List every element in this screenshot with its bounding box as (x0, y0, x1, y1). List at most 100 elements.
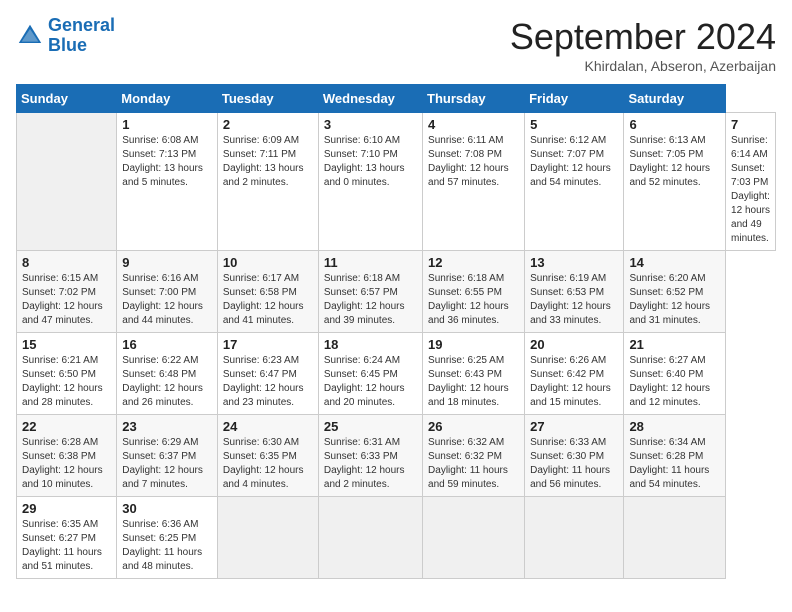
calendar-cell: 10 Sunrise: 6:17 AMSunset: 6:58 PMDayligh… (217, 251, 318, 333)
calendar-cell: 23 Sunrise: 6:29 AMSunset: 6:37 PMDayligh… (117, 415, 218, 497)
day-number: 17 (223, 337, 313, 352)
day-info: Sunrise: 6:21 AMSunset: 6:50 PMDaylight:… (22, 354, 111, 410)
day-info: Sunrise: 6:27 AMSunset: 6:40 PMDaylight:… (629, 354, 720, 410)
day-number: 11 (324, 255, 417, 270)
day-number: 18 (324, 337, 417, 352)
day-number: 26 (428, 419, 519, 434)
calendar-cell: 22 Sunrise: 6:28 AMSunset: 6:38 PMDayligh… (17, 415, 117, 497)
day-info: Sunrise: 6:12 AMSunset: 7:07 PMDaylight:… (530, 134, 618, 190)
day-number: 8 (22, 255, 111, 270)
calendar-cell: 5 Sunrise: 6:12 AMSunset: 7:07 PMDaylight… (525, 113, 624, 251)
day-number: 29 (22, 501, 111, 516)
day-info: Sunrise: 6:22 AMSunset: 6:48 PMDaylight:… (122, 354, 212, 410)
day-number: 5 (530, 117, 618, 132)
calendar-cell: 11 Sunrise: 6:18 AMSunset: 6:57 PMDayligh… (318, 251, 422, 333)
page-header: General Blue September 2024 Khirdalan, A… (16, 16, 776, 74)
logo-icon (16, 22, 44, 50)
calendar-cell: 15 Sunrise: 6:21 AMSunset: 6:50 PMDayligh… (17, 333, 117, 415)
calendar-cell: 6 Sunrise: 6:13 AMSunset: 7:05 PMDaylight… (624, 113, 726, 251)
title-block: September 2024 Khirdalan, Abseron, Azerb… (510, 16, 776, 74)
day-info: Sunrise: 6:15 AMSunset: 7:02 PMDaylight:… (22, 272, 111, 328)
calendar-cell (217, 497, 318, 579)
calendar-cell: 28 Sunrise: 6:34 AMSunset: 6:28 PMDayligh… (624, 415, 726, 497)
day-info: Sunrise: 6:13 AMSunset: 7:05 PMDaylight:… (629, 134, 720, 190)
day-number: 7 (731, 117, 770, 132)
calendar-cell: 29Sunrise: 6:35 AMSunset: 6:27 PMDayligh… (17, 497, 117, 579)
day-info: Sunrise: 6:32 AMSunset: 6:32 PMDaylight:… (428, 436, 519, 492)
calendar-cell: 8 Sunrise: 6:15 AMSunset: 7:02 PMDaylight… (17, 251, 117, 333)
calendar-week-1: 1Sunrise: 6:08 AMSunset: 7:13 PMDaylight… (17, 113, 776, 251)
day-info: Sunrise: 6:09 AMSunset: 7:11 PMDaylight:… (223, 134, 313, 190)
calendar-cell: 2 Sunrise: 6:09 AMSunset: 7:11 PMDaylight… (217, 113, 318, 251)
day-info: Sunrise: 6:31 AMSunset: 6:33 PMDaylight:… (324, 436, 417, 492)
day-number: 12 (428, 255, 519, 270)
day-info: Sunrise: 6:18 AMSunset: 6:57 PMDaylight:… (324, 272, 417, 328)
day-info: Sunrise: 6:16 AMSunset: 7:00 PMDaylight:… (122, 272, 212, 328)
day-number: 14 (629, 255, 720, 270)
day-info: Sunrise: 6:19 AMSunset: 6:53 PMDaylight:… (530, 272, 618, 328)
day-number: 20 (530, 337, 618, 352)
day-info: Sunrise: 6:34 AMSunset: 6:28 PMDaylight:… (629, 436, 720, 492)
day-number: 10 (223, 255, 313, 270)
calendar-cell: 13Sunrise: 6:19 AMSunset: 6:53 PMDayligh… (525, 251, 624, 333)
day-info: Sunrise: 6:18 AMSunset: 6:55 PMDaylight:… (428, 272, 519, 328)
weekday-header-sunday: Sunday (17, 85, 117, 113)
day-number: 2 (223, 117, 313, 132)
day-info: Sunrise: 6:26 AMSunset: 6:42 PMDaylight:… (530, 354, 618, 410)
day-number: 3 (324, 117, 417, 132)
calendar-cell: 14Sunrise: 6:20 AMSunset: 6:52 PMDayligh… (624, 251, 726, 333)
calendar-cell: 21 Sunrise: 6:27 AMSunset: 6:40 PMDayligh… (624, 333, 726, 415)
day-number: 4 (428, 117, 519, 132)
day-number: 28 (629, 419, 720, 434)
calendar-cell: 27Sunrise: 6:33 AMSunset: 6:30 PMDayligh… (525, 415, 624, 497)
calendar-week-5: 29Sunrise: 6:35 AMSunset: 6:27 PMDayligh… (17, 497, 776, 579)
day-number: 22 (22, 419, 111, 434)
logo-line1: General (48, 15, 115, 35)
day-info: Sunrise: 6:28 AMSunset: 6:38 PMDaylight:… (22, 436, 111, 492)
logo-line2: Blue (48, 35, 87, 55)
calendar-cell (318, 497, 422, 579)
day-number: 23 (122, 419, 212, 434)
day-number: 27 (530, 419, 618, 434)
weekday-header-saturday: Saturday (624, 85, 726, 113)
day-info: Sunrise: 6:17 AMSunset: 6:58 PMDaylight:… (223, 272, 313, 328)
weekday-header-thursday: Thursday (423, 85, 525, 113)
weekday-header-monday: Monday (117, 85, 218, 113)
day-info: Sunrise: 6:36 AMSunset: 6:25 PMDaylight:… (122, 518, 212, 574)
calendar-cell: 1Sunrise: 6:08 AMSunset: 7:13 PMDaylight… (117, 113, 218, 251)
day-number: 25 (324, 419, 417, 434)
day-number: 21 (629, 337, 720, 352)
day-info: Sunrise: 6:29 AMSunset: 6:37 PMDaylight:… (122, 436, 212, 492)
calendar-cell (525, 497, 624, 579)
calendar-week-3: 15 Sunrise: 6:21 AMSunset: 6:50 PMDayligh… (17, 333, 776, 415)
calendar-cell: 3 Sunrise: 6:10 AMSunset: 7:10 PMDaylight… (318, 113, 422, 251)
day-number: 19 (428, 337, 519, 352)
day-number: 16 (122, 337, 212, 352)
day-number: 15 (22, 337, 111, 352)
calendar-cell: 12 Sunrise: 6:18 AMSunset: 6:55 PMDayligh… (423, 251, 525, 333)
location: Khirdalan, Abseron, Azerbaijan (510, 58, 776, 74)
day-info: Sunrise: 6:10 AMSunset: 7:10 PMDaylight:… (324, 134, 417, 190)
day-info: Sunrise: 6:14 AMSunset: 7:03 PMDaylight:… (731, 134, 770, 246)
calendar-cell: 18Sunrise: 6:24 AMSunset: 6:45 PMDayligh… (318, 333, 422, 415)
month-title: September 2024 (510, 16, 776, 58)
calendar-cell: 19Sunrise: 6:25 AMSunset: 6:43 PMDayligh… (423, 333, 525, 415)
calendar-cell: 26 Sunrise: 6:32 AMSunset: 6:32 PMDayligh… (423, 415, 525, 497)
calendar-cell: 24Sunrise: 6:30 AMSunset: 6:35 PMDayligh… (217, 415, 318, 497)
calendar-week-4: 22 Sunrise: 6:28 AMSunset: 6:38 PMDayligh… (17, 415, 776, 497)
day-info: Sunrise: 6:30 AMSunset: 6:35 PMDaylight:… (223, 436, 313, 492)
day-number: 30 (122, 501, 212, 516)
calendar-cell: 20 Sunrise: 6:26 AMSunset: 6:42 PMDayligh… (525, 333, 624, 415)
weekday-header-friday: Friday (525, 85, 624, 113)
calendar-cell: 7 Sunrise: 6:14 AMSunset: 7:03 PMDaylight… (726, 113, 776, 251)
day-number: 6 (629, 117, 720, 132)
calendar-cell: 25 Sunrise: 6:31 AMSunset: 6:33 PMDayligh… (318, 415, 422, 497)
weekday-header-tuesday: Tuesday (217, 85, 318, 113)
calendar-week-2: 8 Sunrise: 6:15 AMSunset: 7:02 PMDaylight… (17, 251, 776, 333)
logo-text: General Blue (48, 16, 115, 56)
day-number: 1 (122, 117, 212, 132)
calendar-cell: 9Sunrise: 6:16 AMSunset: 7:00 PMDaylight… (117, 251, 218, 333)
logo: General Blue (16, 16, 115, 56)
calendar-table: SundayMondayTuesdayWednesdayThursdayFrid… (16, 84, 776, 579)
calendar-cell: 16 Sunrise: 6:22 AMSunset: 6:48 PMDayligh… (117, 333, 218, 415)
